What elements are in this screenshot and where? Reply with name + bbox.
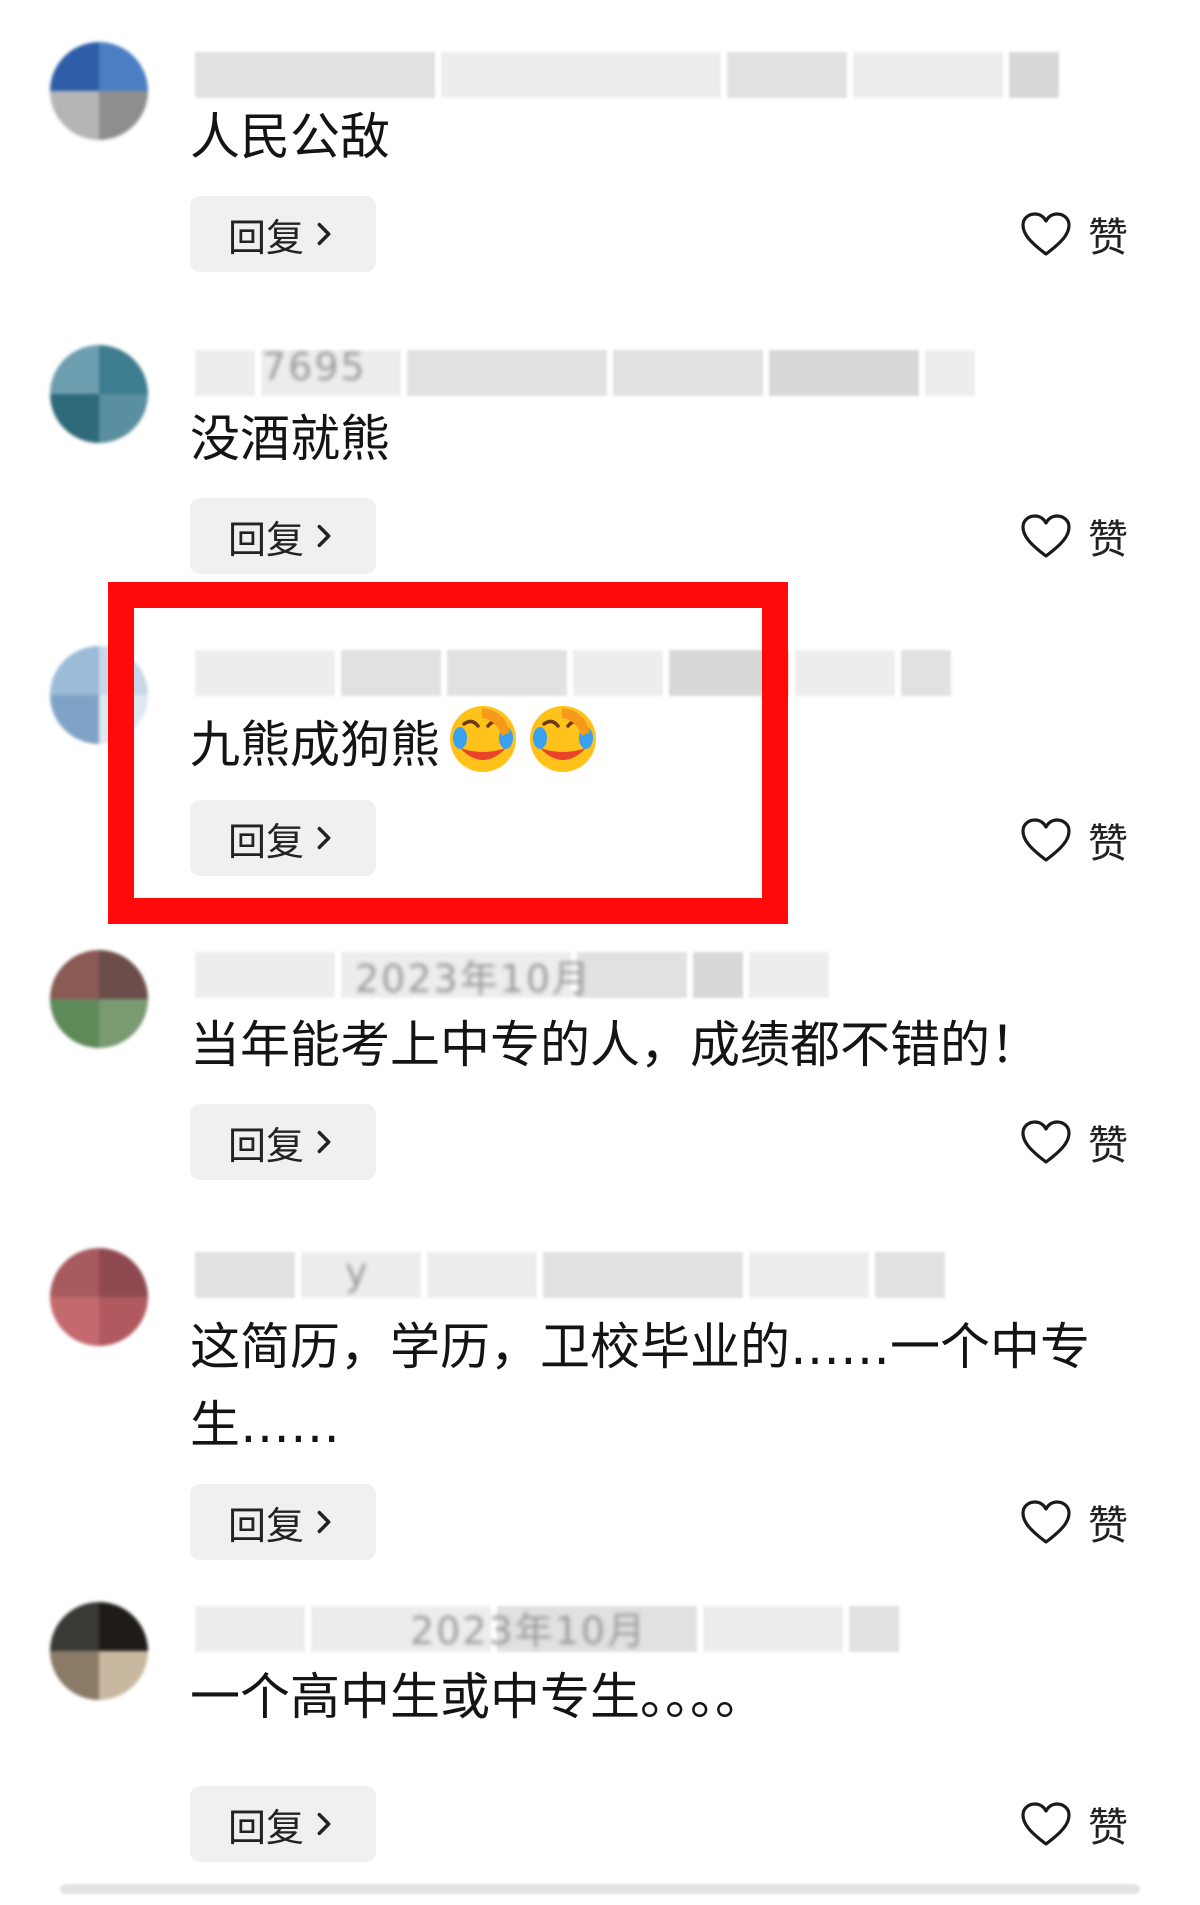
divider bbox=[60, 1884, 1140, 1894]
avatar[interactable] bbox=[50, 646, 148, 744]
like-label: 赞 bbox=[1088, 215, 1128, 261]
like-button[interactable]: 赞 bbox=[1020, 1112, 1128, 1172]
reply-button[interactable]: 回复 bbox=[190, 1104, 376, 1180]
reply-label: 回复 bbox=[227, 1123, 304, 1168]
heart-icon bbox=[1021, 212, 1071, 256]
reply-button[interactable]: 回复 bbox=[190, 1786, 376, 1862]
like-button[interactable]: 赞 bbox=[1020, 810, 1128, 870]
avatar[interactable] bbox=[50, 1602, 148, 1700]
heart-icon bbox=[1021, 1120, 1071, 1164]
comment-text: 没酒就熊 bbox=[190, 410, 390, 468]
like-button[interactable]: 赞 bbox=[1020, 1492, 1128, 1552]
like-label: 赞 bbox=[1088, 1805, 1128, 1851]
comment-text: 九熊成狗熊 bbox=[190, 702, 1140, 784]
chevron-right-icon bbox=[317, 826, 331, 850]
comment-text-label: 九熊成狗熊 bbox=[190, 716, 440, 774]
reply-button[interactable]: 回复 bbox=[190, 196, 376, 272]
reply-button[interactable]: 回复 bbox=[190, 498, 376, 574]
timestamp-blurred: 2023年10月 bbox=[355, 957, 593, 1001]
comment-text: 这简历，学历，卫校毕业的……一个中专生…… bbox=[190, 1318, 1090, 1454]
username-blurred bbox=[195, 50, 1065, 100]
like-button[interactable]: 赞 bbox=[1020, 506, 1128, 566]
like-label: 赞 bbox=[1088, 821, 1128, 867]
chevron-right-icon bbox=[317, 222, 331, 246]
avatar[interactable] bbox=[50, 345, 148, 443]
chevron-right-icon bbox=[317, 1130, 331, 1154]
heart-icon bbox=[1021, 1802, 1071, 1846]
comment-text: 人民公敌 bbox=[190, 108, 390, 166]
username-blurred bbox=[195, 1250, 951, 1300]
comment-text: 当年能考上中专的人，成绩都不错的！ bbox=[190, 1016, 1040, 1074]
reply-label: 回复 bbox=[227, 1503, 304, 1548]
like-label: 赞 bbox=[1088, 1123, 1128, 1169]
chevron-right-icon bbox=[317, 524, 331, 548]
heart-icon bbox=[1021, 514, 1071, 558]
like-label: 赞 bbox=[1088, 1503, 1128, 1549]
username-fragment: 7695 bbox=[262, 345, 367, 389]
timestamp-blurred: 2023年10月 bbox=[410, 1609, 648, 1653]
avatar[interactable] bbox=[50, 1248, 148, 1346]
reply-label: 回复 bbox=[227, 517, 304, 562]
chevron-right-icon bbox=[317, 1510, 331, 1534]
reply-label: 回复 bbox=[227, 1805, 304, 1850]
face-palm-laughing-icon bbox=[450, 706, 516, 772]
reply-button[interactable]: 回复 bbox=[190, 1484, 376, 1560]
face-palm-laughing-icon bbox=[530, 706, 596, 772]
avatar[interactable] bbox=[50, 42, 148, 140]
reply-button[interactable]: 回复 bbox=[190, 800, 376, 876]
heart-icon bbox=[1021, 818, 1071, 862]
reply-label: 回复 bbox=[227, 819, 304, 864]
heart-icon bbox=[1021, 1500, 1071, 1544]
like-button[interactable]: 赞 bbox=[1020, 204, 1128, 264]
avatar[interactable] bbox=[50, 950, 148, 1048]
comment-text: 一个高中生或中专生。。。。 bbox=[190, 1668, 765, 1726]
like-label: 赞 bbox=[1088, 517, 1128, 563]
reply-label: 回复 bbox=[227, 215, 304, 260]
username-fragment: y bbox=[345, 1250, 370, 1294]
chevron-right-icon bbox=[317, 1812, 331, 1836]
username-blurred bbox=[195, 648, 957, 698]
like-button[interactable]: 赞 bbox=[1020, 1794, 1128, 1854]
